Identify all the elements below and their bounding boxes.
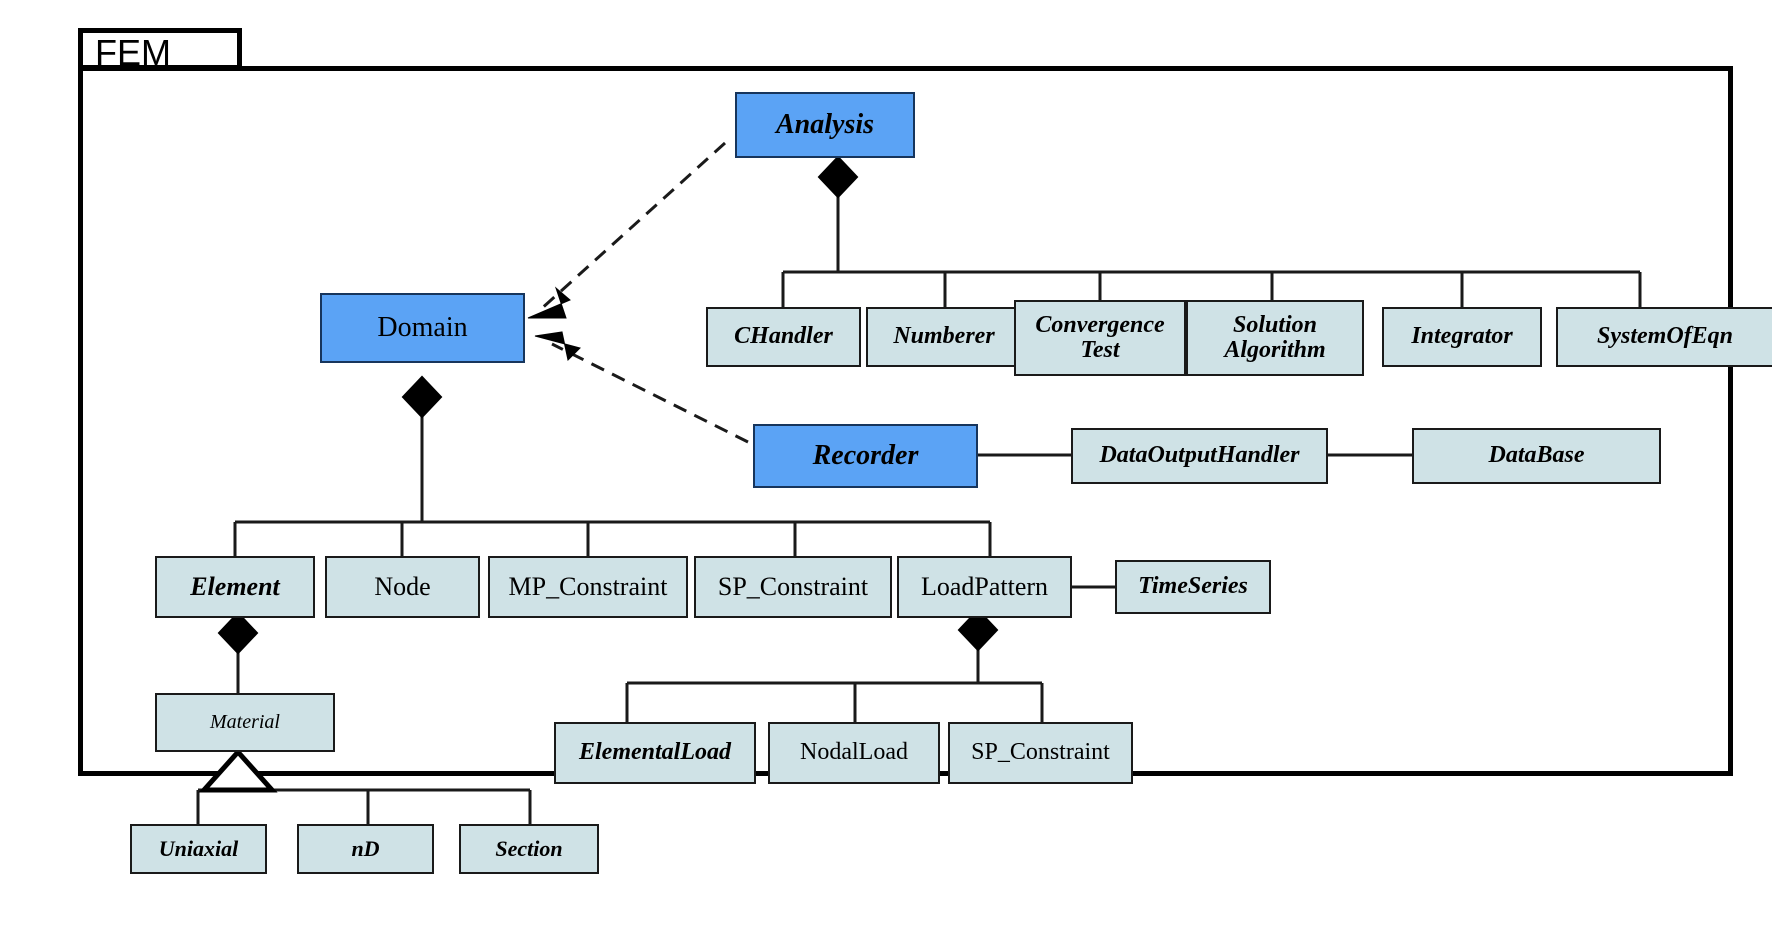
class-label-mp-constraint: MP_Constraint bbox=[508, 572, 668, 602]
class-box-database[interactable]: DataBase bbox=[1412, 428, 1661, 484]
class-box-nodal-load[interactable]: NodalLoad bbox=[768, 722, 940, 784]
class-box-chandler[interactable]: CHandler bbox=[706, 307, 861, 367]
class-box-system-of-eqn[interactable]: SystemOfEqn bbox=[1556, 307, 1772, 367]
class-label-data-output-handler: DataOutputHandler bbox=[1099, 442, 1300, 469]
class-box-section[interactable]: Section bbox=[459, 824, 599, 874]
class-label-integrator: Integrator bbox=[1411, 323, 1513, 350]
class-box-numberer[interactable]: Numberer bbox=[866, 307, 1022, 367]
class-box-sp-constraint[interactable]: SP_Constraint bbox=[694, 556, 892, 618]
class-label-element: Element bbox=[190, 572, 280, 602]
class-label-chandler: CHandler bbox=[734, 323, 833, 350]
class-label-recorder: Recorder bbox=[812, 440, 919, 472]
class-label-solution-algorithm: Solution Algorithm bbox=[1224, 311, 1326, 363]
class-label-numberer: Numberer bbox=[893, 323, 995, 350]
class-box-elemental-load[interactable]: ElementalLoad bbox=[554, 722, 756, 784]
class-box-recorder[interactable]: Recorder bbox=[753, 424, 978, 488]
class-label-analysis: Analysis bbox=[775, 109, 875, 141]
class-box-element[interactable]: Element bbox=[155, 556, 315, 618]
class-box-integrator[interactable]: Integrator bbox=[1382, 307, 1542, 367]
class-label-uniaxial: Uniaxial bbox=[158, 836, 239, 862]
class-label-node: Node bbox=[374, 572, 431, 602]
class-box-analysis[interactable]: Analysis bbox=[735, 92, 915, 158]
package-tab: FEM bbox=[78, 28, 242, 73]
diagram-canvas: FEM Analysis Domain CHandler Numberer Co… bbox=[0, 0, 1772, 932]
class-label-database: DataBase bbox=[1488, 442, 1585, 469]
package-body bbox=[78, 66, 1733, 776]
class-box-domain[interactable]: Domain bbox=[320, 293, 525, 363]
class-label-load-pattern: LoadPattern bbox=[920, 572, 1049, 602]
class-label-convergence-test: Convergence Test bbox=[1035, 311, 1165, 363]
class-box-data-output-handler[interactable]: DataOutputHandler bbox=[1071, 428, 1328, 484]
class-label-nd: nD bbox=[351, 836, 380, 862]
class-box-time-series[interactable]: TimeSeries bbox=[1115, 560, 1271, 614]
class-box-uniaxial[interactable]: Uniaxial bbox=[130, 824, 267, 874]
class-label-section: Section bbox=[495, 836, 563, 862]
class-box-sp-constraint-load[interactable]: SP_Constraint bbox=[948, 722, 1133, 784]
class-box-convergence-test[interactable]: Convergence Test bbox=[1014, 300, 1186, 376]
class-label-sp-constraint: SP_Constraint bbox=[717, 572, 869, 602]
class-label-elemental-load: ElementalLoad bbox=[579, 739, 731, 766]
class-label-domain: Domain bbox=[377, 312, 468, 344]
class-box-nd[interactable]: nD bbox=[297, 824, 434, 874]
class-label-time-series: TimeSeries bbox=[1138, 573, 1248, 600]
class-label-nodal-load: NodalLoad bbox=[800, 739, 908, 766]
class-label-system-of-eqn: SystemOfEqn bbox=[1596, 323, 1733, 350]
class-label-sp-constraint-load: SP_Constraint bbox=[971, 739, 1110, 766]
class-box-solution-algorithm[interactable]: Solution Algorithm bbox=[1186, 300, 1364, 376]
class-box-node[interactable]: Node bbox=[325, 556, 480, 618]
class-label-material: Material bbox=[210, 710, 280, 733]
class-box-mp-constraint[interactable]: MP_Constraint bbox=[488, 556, 688, 618]
class-box-load-pattern[interactable]: LoadPattern bbox=[897, 556, 1072, 618]
package-name-label: FEM bbox=[95, 32, 171, 73]
class-box-material[interactable]: Material bbox=[155, 693, 335, 752]
